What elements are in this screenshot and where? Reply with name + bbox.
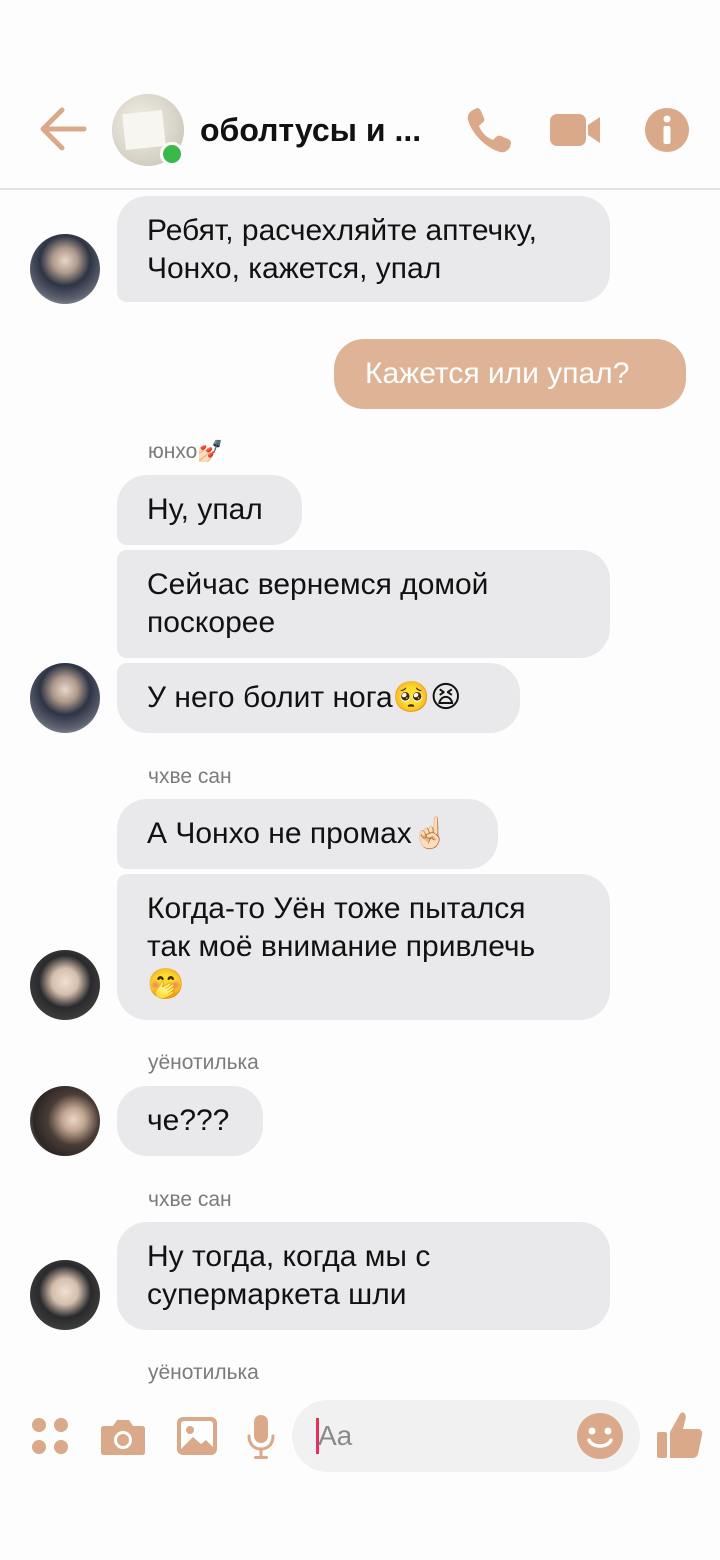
message-text-line: так моё внимание привлечь	[147, 930, 536, 963]
text-caret	[316, 1418, 319, 1454]
conversation-title[interactable]: оболтусы и ...	[200, 112, 421, 149]
avatar[interactable]	[30, 663, 100, 733]
message-bubble[interactable]: Сейчас вернемся домой поскорее	[117, 550, 610, 658]
info-icon[interactable]	[643, 106, 691, 154]
thumbs-up-icon[interactable]	[656, 1410, 704, 1460]
message-bubble[interactable]: Ну, упал	[117, 475, 302, 545]
video-camera-icon[interactable]	[548, 110, 602, 150]
camera-icon[interactable]	[100, 1416, 146, 1456]
message-bubble-outgoing[interactable]: Кажется или упал?	[334, 339, 686, 409]
message-text-line: Когда-то Уён тоже пытался	[147, 892, 526, 925]
back-arrow-icon[interactable]	[38, 106, 88, 152]
message-text-line: поскорее	[147, 606, 276, 639]
message-text-line: супермаркета шли	[147, 1278, 407, 1311]
message-text-line: Ну тогда, когда мы с	[147, 1240, 431, 1273]
group-avatar[interactable]	[112, 94, 184, 166]
message-bubble[interactable]: Когда-то Уён тоже пытался так моё вниман…	[117, 874, 610, 1020]
microphone-icon[interactable]	[246, 1414, 276, 1460]
online-status-dot	[160, 142, 184, 166]
message-text-line: 🤭	[147, 968, 185, 1001]
message-text-line: Ребят, расчехляйте аптечку,	[147, 214, 537, 247]
message-bubble[interactable]: А Чонхо не промах☝🏻	[117, 799, 498, 869]
apps-icon[interactable]	[30, 1416, 70, 1456]
message-text: че???	[147, 1104, 230, 1137]
sender-name: уёнотилька	[148, 1361, 259, 1384]
chat-header: оболтусы и ...	[0, 0, 720, 190]
message-text-line: Сейчас вернемся домой	[147, 568, 489, 601]
phone-icon[interactable]	[464, 106, 516, 156]
message-text: Ну, упал	[147, 493, 263, 526]
message-bubble[interactable]: че???	[117, 1086, 263, 1156]
sender-name: уёнотилька	[148, 1051, 259, 1074]
avatar[interactable]	[30, 950, 100, 1020]
avatar[interactable]	[30, 1086, 100, 1156]
message-bubble[interactable]: Ну тогда, когда мы с супермаркета шли	[117, 1222, 610, 1330]
message-bubble[interactable]: У него болит нога🥺😫	[117, 663, 520, 733]
message-bubble[interactable]: Ребят, расчехляйте аптечку, Чонхо, кажет…	[117, 196, 610, 302]
emoji-icon[interactable]	[576, 1412, 624, 1460]
avatar[interactable]	[30, 1260, 100, 1330]
sender-name: юнхо💅🏻	[148, 440, 224, 463]
sender-name: чхве сан	[148, 765, 232, 788]
message-text-line: Чонхо, кажется, упал	[147, 252, 442, 285]
avatar[interactable]	[30, 234, 100, 304]
message-text: Кажется или упал?	[365, 357, 630, 390]
message-text: А Чонхо не промах☝🏻	[147, 817, 450, 850]
sender-name: чхве сан	[148, 1188, 232, 1211]
message-text: У него болит нога🥺😫	[147, 681, 462, 714]
gallery-icon[interactable]	[176, 1416, 218, 1456]
